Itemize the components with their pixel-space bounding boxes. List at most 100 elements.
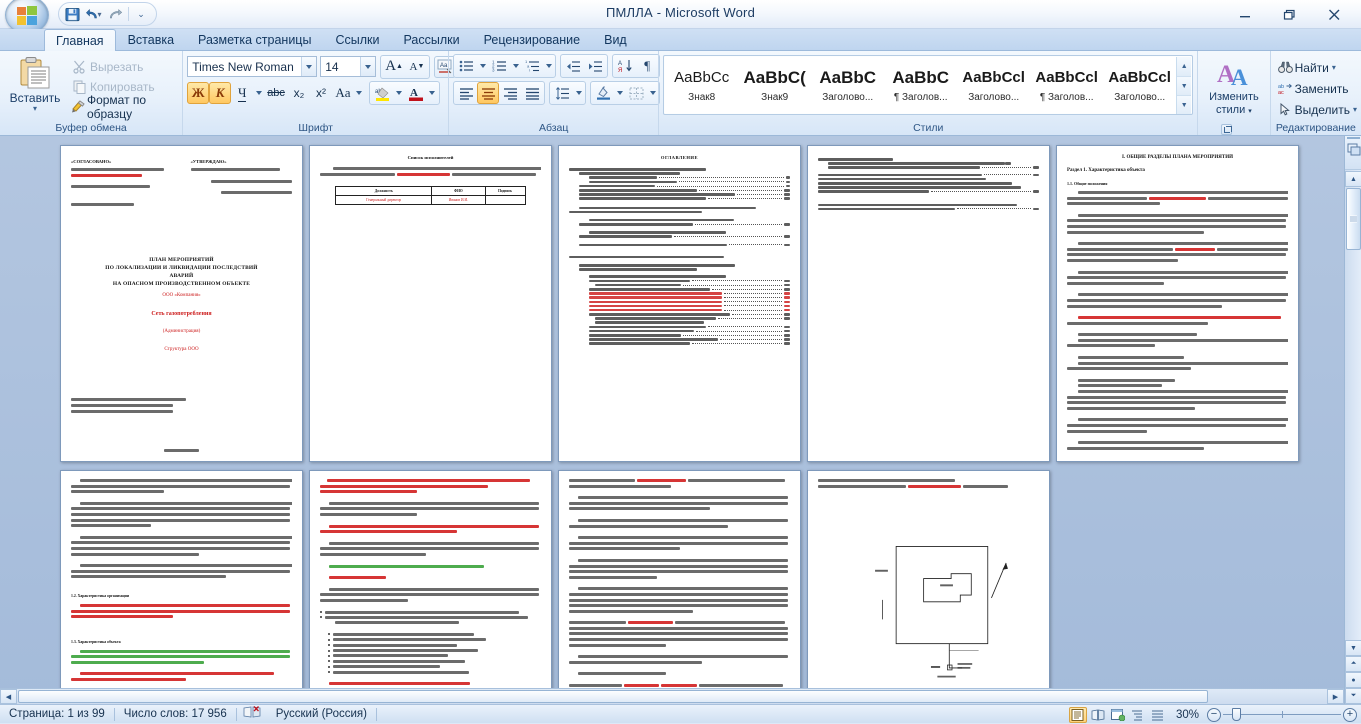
draft-view-button[interactable] <box>1149 707 1167 723</box>
numbering-split[interactable]: 123 <box>488 55 521 77</box>
document-page-6[interactable]: 1.2. Характеристика организации 1.3. Хар… <box>60 470 303 704</box>
multilevel-split[interactable]: 1ai <box>521 55 554 77</box>
underline-button[interactable]: Ч <box>231 82 253 104</box>
styles-dialog-launcher[interactable] <box>1220 124 1232 135</box>
shading-split[interactable] <box>592 82 625 104</box>
word-count[interactable]: Число слов: 17 956 <box>115 705 236 724</box>
zoom-level-label[interactable]: 30% <box>1168 709 1207 721</box>
language-indicator[interactable]: Русский (Россия) <box>267 705 376 724</box>
document-page-8[interactable] <box>558 470 801 704</box>
font-color-dropdown-icon[interactable] <box>427 82 438 104</box>
align-right-icon[interactable] <box>499 82 521 104</box>
select-button[interactable]: Выделить ▾ <box>1275 99 1357 120</box>
full-screen-reading-view-button[interactable] <box>1089 707 1107 723</box>
decrease-indent-icon[interactable] <box>562 55 584 77</box>
align-center-icon[interactable] <box>477 82 500 104</box>
multilevel-dropdown-icon[interactable] <box>543 55 554 77</box>
zoom-track[interactable] <box>1223 708 1341 721</box>
paste-button[interactable]: Вставить ▾ <box>4 54 66 113</box>
subscript-button[interactable]: x₂ <box>288 82 310 104</box>
underline-dropdown-icon[interactable] <box>253 82 264 104</box>
style-item-5[interactable]: AaBbCcl ¶ Заголов... <box>1030 57 1104 113</box>
sort-icon[interactable]: A Я <box>614 55 636 77</box>
font-size-combo[interactable]: 14 <box>320 56 377 77</box>
multilevel-list-icon[interactable]: 1ai <box>521 55 543 77</box>
font-color-split[interactable]: A <box>405 82 438 104</box>
tab-insert[interactable]: Вставка <box>116 29 186 50</box>
style-item-1[interactable]: AaBbC( Знак9 <box>738 57 812 113</box>
borders-split[interactable] <box>625 82 658 104</box>
font-size-dropdown-icon[interactable] <box>360 57 376 76</box>
font-name-combo[interactable]: Times New Roman <box>187 56 318 77</box>
change-case-button[interactable]: Aa <box>332 82 354 104</box>
minimize-button[interactable] <box>1222 4 1267 26</box>
highlight-split[interactable]: ab <box>371 82 405 104</box>
justify-icon[interactable] <box>521 82 543 104</box>
document-page-3[interactable]: ОГЛАВЛЕНИЕ <box>558 145 801 462</box>
zoom-slider[interactable]: − + <box>1207 707 1357 722</box>
change-case-dropdown-icon[interactable] <box>354 82 365 104</box>
style-item-4[interactable]: AaBbCcl Заголово... <box>957 57 1031 113</box>
document-workspace[interactable]: «СОГЛАСОВАНО» «УТВЕРЖДАЮ» ПЛАН МЕРОПРИЯТ… <box>0 136 1361 704</box>
cut-button[interactable]: Вырезать <box>66 57 178 77</box>
styles-gallery[interactable]: AaBbCc Знак8 AaBbC( Знак9 AaBbC Заголово… <box>663 55 1194 115</box>
line-spacing-icon[interactable] <box>551 82 573 104</box>
tab-mailings[interactable]: Рассылки <box>391 29 471 50</box>
shrink-font-button[interactable]: A ▼ <box>406 56 428 78</box>
highlight-dropdown-icon[interactable] <box>394 82 405 104</box>
document-page-1[interactable]: «СОГЛАСОВАНО» «УТВЕРЖДАЮ» ПЛАН МЕРОПРИЯТ… <box>60 145 303 462</box>
grow-font-button[interactable]: A ▲ <box>382 56 406 78</box>
numbered-list-icon[interactable]: 123 <box>488 55 510 77</box>
font-color-button[interactable]: A <box>405 82 427 104</box>
find-button[interactable]: Найти ▾ <box>1275 57 1336 78</box>
find-dropdown-icon[interactable]: ▾ <box>1332 63 1336 72</box>
print-layout-view-button[interactable] <box>1068 706 1087 723</box>
shading-dropdown-icon[interactable] <box>614 82 625 104</box>
document-page-2[interactable]: Список исполнителей Должность ФИО Подпис <box>309 145 552 462</box>
italic-button[interactable]: К <box>209 82 232 104</box>
styles-scroll-up-icon[interactable]: ▲ <box>1177 57 1192 77</box>
styles-scroll-down-icon[interactable]: ▼ <box>1177 76 1192 97</box>
document-page-9[interactable]: Советский филиал ГУП "Тверское областное… <box>807 470 1050 704</box>
underline-split[interactable]: Ч <box>231 82 264 104</box>
select-browse-object-button[interactable]: ● <box>1345 672 1361 688</box>
increase-indent-icon[interactable] <box>584 55 606 77</box>
vertical-scrollbar[interactable]: ▲ ▼ ⏶ ● ⏷ <box>1344 136 1361 704</box>
bullets-split[interactable] <box>455 55 488 77</box>
replace-button[interactable]: ab ac Заменить <box>1275 78 1348 99</box>
scroll-down-button[interactable]: ▼ <box>1345 640 1361 656</box>
align-left-icon[interactable] <box>455 82 477 104</box>
tab-home[interactable]: Главная <box>44 29 116 51</box>
restore-button[interactable] <box>1267 4 1312 26</box>
proofing-status-icon[interactable] <box>237 705 267 724</box>
bullet-list-icon[interactable] <box>455 55 477 77</box>
tab-references[interactable]: Ссылки <box>323 29 391 50</box>
zoom-slider-handle[interactable] <box>1232 708 1242 721</box>
shading-icon[interactable] <box>592 82 614 104</box>
text-highlight-button[interactable]: ab <box>371 82 394 104</box>
borders-dropdown-icon[interactable] <box>647 82 658 104</box>
numbering-dropdown-icon[interactable] <box>510 55 521 77</box>
superscript-button[interactable]: x² <box>310 82 332 104</box>
style-item-3[interactable]: AaBbC ¶ Заголов... <box>884 57 958 113</box>
split-window-icon[interactable] <box>1346 142 1361 159</box>
previous-page-button[interactable]: ⏶ <box>1345 656 1361 672</box>
vertical-scroll-thumb[interactable] <box>1346 188 1361 250</box>
scroll-up-button[interactable]: ▲ <box>1345 171 1361 187</box>
tab-view[interactable]: Вид <box>592 29 639 50</box>
line-spacing-dropdown-icon[interactable] <box>573 82 584 104</box>
next-page-button[interactable]: ⏷ <box>1345 688 1361 704</box>
outline-view-button[interactable] <box>1129 707 1147 723</box>
tab-page-layout[interactable]: Разметка страницы <box>186 29 323 50</box>
style-item-2[interactable]: AaBbC Заголово... <box>811 57 885 113</box>
page-indicator[interactable]: Страница: 1 из 99 <box>0 705 114 724</box>
bullets-dropdown-icon[interactable] <box>477 55 488 77</box>
document-page-5[interactable]: I. ОБЩИЕ РАЗДЕЛЫ ПЛАНА МЕРОПРИЯТИЙ Разде… <box>1056 145 1299 462</box>
styles-more-icon[interactable]: ▼ <box>1177 96 1192 114</box>
document-page-7[interactable] <box>309 470 552 704</box>
change-case-split[interactable]: Aa <box>332 82 365 104</box>
formatting-marks-icon[interactable]: ¶ <box>636 55 658 77</box>
horizontal-scrollbar[interactable]: ◀ ▶ <box>0 688 1344 704</box>
zoom-out-button[interactable]: − <box>1207 707 1221 722</box>
close-button[interactable] <box>1312 4 1357 26</box>
